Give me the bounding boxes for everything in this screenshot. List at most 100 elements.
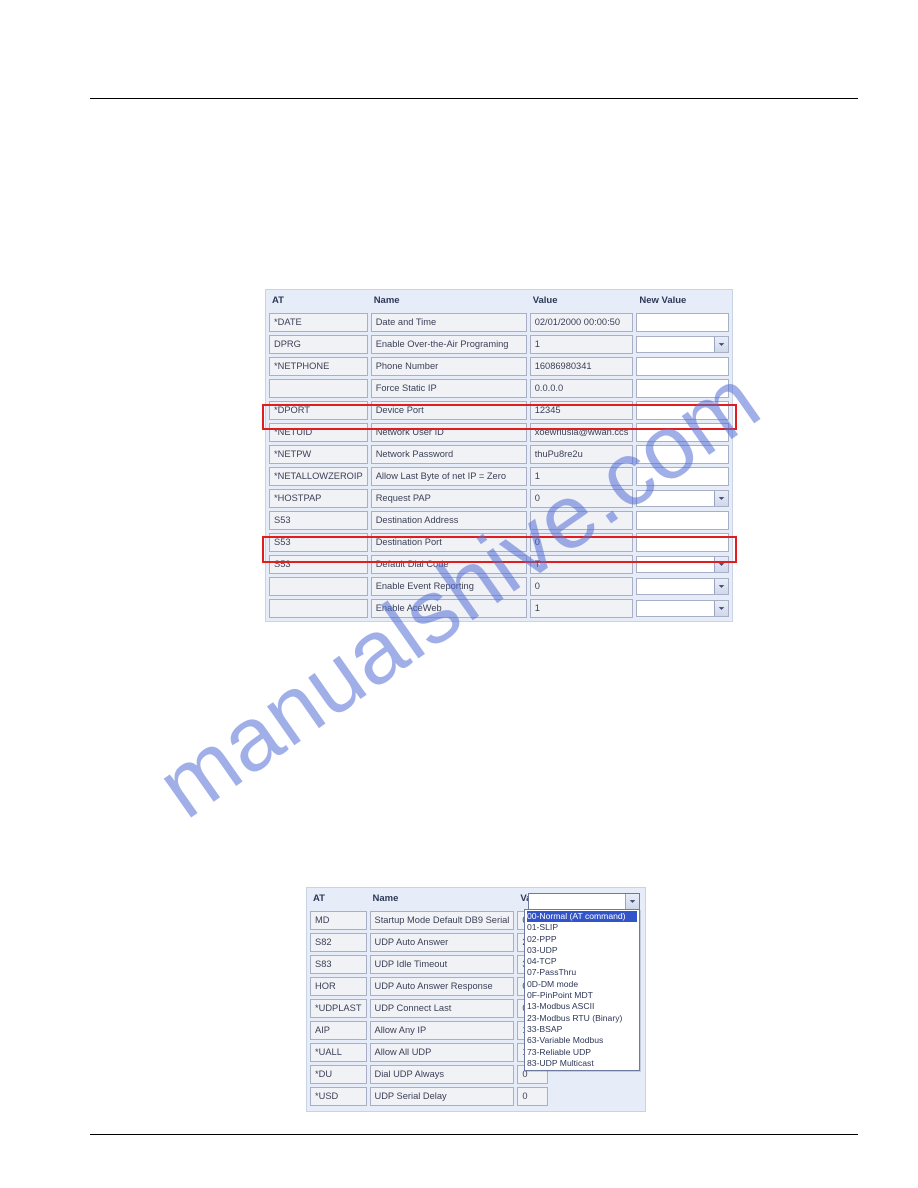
name-cell: Request PAP [371,489,527,508]
name-cell: Default Dial Code [371,555,527,574]
name-cell: Device Port [371,401,527,420]
new-value-select[interactable] [636,556,729,573]
document-page: AT Name Value New Value *DATEDate and Ti… [0,0,918,1188]
misc-settings-table: AT Name Value New Value *DATEDate and Ti… [266,290,732,621]
value-cell [530,511,634,530]
value-cell: xoewrlusla@wwan.ccs [530,423,634,442]
name-cell: Dial UDP Always [370,1065,515,1084]
at-cell: S83 [310,955,367,974]
name-cell: Force Static IP [371,379,527,398]
table-row: DPRGEnable Over-the-Air Programing1 [269,335,729,354]
at-cell: S53 [269,511,368,530]
dropdown-option[interactable]: 23-Modbus RTU (Binary) [527,1013,637,1024]
table-row: *HOSTPAPRequest PAP0 [269,489,729,508]
at-cell: *USD [310,1087,367,1106]
at-cell [269,599,368,618]
table-row: *NETALLOWZEROIPAllow Last Byte of net IP… [269,467,729,486]
at-cell: *NETPHONE [269,357,368,376]
chevron-down-icon [714,601,728,616]
dropdown-option[interactable]: 73-Reliable UDP [527,1047,637,1058]
col-at: AT [310,891,367,908]
chevron-down-icon [714,579,728,594]
dropdown-option[interactable]: 03-UDP [527,945,637,956]
name-cell: Allow All UDP [370,1043,515,1062]
at-cell: *UDPLAST [310,999,367,1018]
new-value-select[interactable] [636,578,729,595]
at-cell: *HOSTPAP [269,489,368,508]
name-cell: UDP Auto Answer [370,933,515,952]
dropdown-option[interactable]: 0D-DM mode [527,979,637,990]
name-cell: Network Password [371,445,527,464]
name-cell: Enable Event Reporting [371,577,527,596]
dropdown-option[interactable]: 01-SLIP [527,922,637,933]
at-cell: DPRG [269,335,368,354]
at-cell [269,379,368,398]
table-row: Enable Event Reporting0 [269,577,729,596]
dropdown-option[interactable]: 07-PassThru [527,967,637,978]
at-cell: S82 [310,933,367,952]
new-value-input[interactable] [636,533,729,552]
chevron-down-icon [714,557,728,572]
at-cell: S53 [269,533,368,552]
table-row: *NETPWNetwork PasswordthuPu8re2u [269,445,729,464]
name-cell: Allow Any IP [370,1021,515,1040]
new-value-select[interactable] [636,600,729,617]
col-name: Name [371,293,527,310]
new-value-input[interactable] [636,379,729,398]
misc-settings-panel: AT Name Value New Value *DATEDate and Ti… [265,289,733,622]
at-cell: *UALL [310,1043,367,1062]
new-value-input[interactable] [636,313,729,332]
col-at: AT [269,293,368,310]
table-row: S53Destination Port0 [269,533,729,552]
new-value-input[interactable] [636,467,729,486]
dropdown-option[interactable]: 04-TCP [527,956,637,967]
dropdown-option[interactable]: 63-Variable Modbus [527,1035,637,1046]
dropdown-option[interactable]: 0F-PinPoint MDT [527,990,637,1001]
new-value-input[interactable] [636,401,729,420]
at-cell: *DPORT [269,401,368,420]
dropdown-option[interactable]: 00-Normal (AT command) [527,911,637,922]
startup-mode-options[interactable]: 00-Normal (AT command)01-SLIP02-PPP03-UD… [524,909,640,1071]
value-cell: 0 [530,577,634,596]
name-cell: Allow Last Byte of net IP = Zero [371,467,527,486]
name-cell: Destination Port [371,533,527,552]
value-cell: T [530,555,634,574]
at-cell: *DU [310,1065,367,1084]
value-cell: 12345 [530,401,634,420]
startup-mode-select[interactable] [528,893,640,910]
table-row: *USDUDP Serial Delay0 [310,1087,642,1106]
dropdown-option[interactable]: 13-Modbus ASCII [527,1001,637,1012]
at-cell [269,577,368,596]
col-name: Name [370,891,515,908]
udp-settings-panel: AT Name Value New Value MDStartup Mode D… [306,887,646,1112]
chevron-down-icon [714,337,728,352]
name-cell: Startup Mode Default DB9 Serial [370,911,515,930]
table-header-row: AT Name Value New Value [269,293,729,310]
at-cell: AIP [310,1021,367,1040]
table-row: S53Destination Address [269,511,729,530]
new-value-select[interactable] [636,490,729,507]
at-cell: *DATE [269,313,368,332]
value-cell: 0 [530,533,634,552]
table-row: S53Default Dial CodeT [269,555,729,574]
new-value-input[interactable] [636,423,729,442]
dropdown-option[interactable]: 83-UDP Multicast [527,1058,637,1069]
divider-top [90,98,858,99]
new-value-input[interactable] [636,445,729,464]
dropdown-option[interactable]: 33-BSAP [527,1024,637,1035]
value-cell: thuPu8re2u [530,445,634,464]
name-cell: UDP Serial Delay [370,1087,515,1106]
dropdown-option[interactable]: 02-PPP [527,934,637,945]
table-row: *DPORTDevice Port12345 [269,401,729,420]
new-value-input[interactable] [636,357,729,376]
at-cell: *NETPW [269,445,368,464]
chevron-down-icon [714,491,728,506]
divider-bottom [90,1134,858,1135]
new-value-input[interactable] [636,511,729,530]
value-cell: 16086980341 [530,357,634,376]
name-cell: Phone Number [371,357,527,376]
value-cell: 1 [530,335,634,354]
name-cell: Date and Time [371,313,527,332]
new-value-select[interactable] [636,336,729,353]
value-cell: 0 [517,1087,548,1106]
